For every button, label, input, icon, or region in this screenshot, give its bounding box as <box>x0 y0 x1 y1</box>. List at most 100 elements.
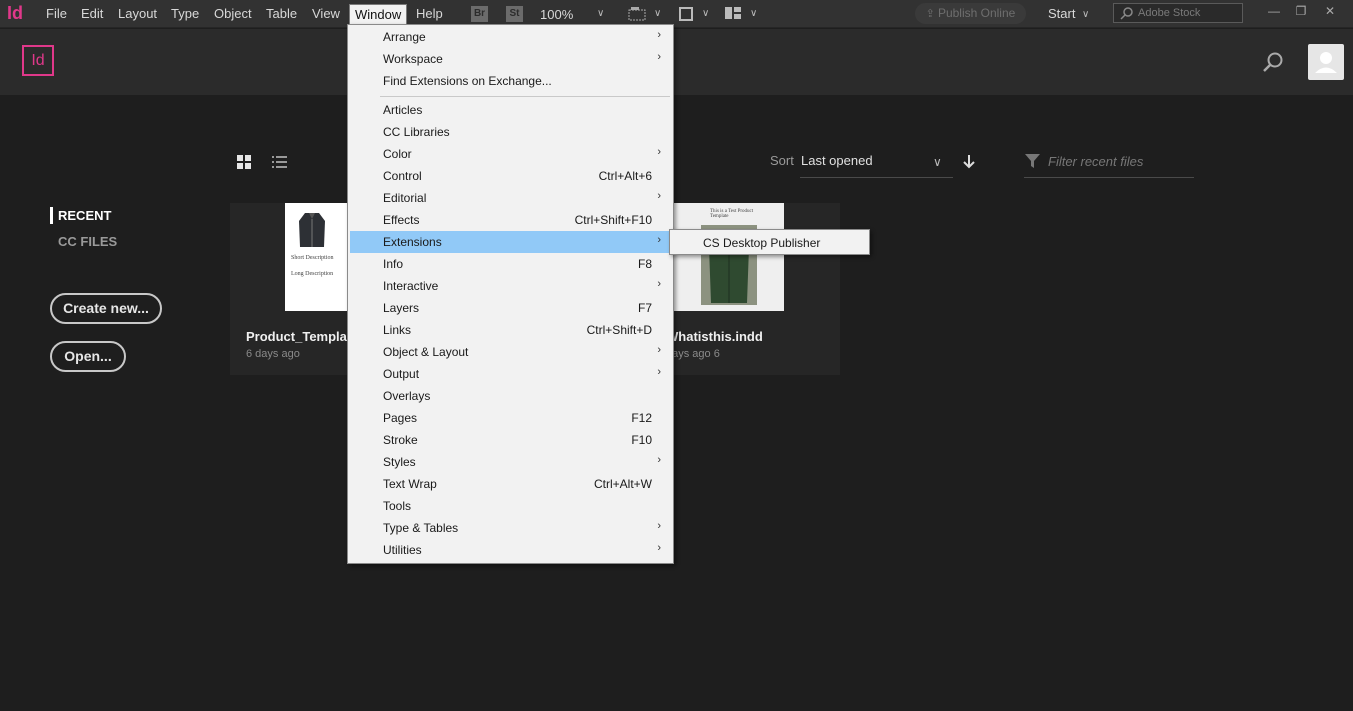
search-icon[interactable] <box>1262 51 1284 78</box>
nav-cc-files[interactable]: CC FILES <box>58 234 117 249</box>
menu-layout[interactable]: Layout <box>118 6 157 21</box>
menu-item-control[interactable]: Control Ctrl+Alt+6 <box>350 165 671 187</box>
stock-button[interactable]: St <box>506 6 523 22</box>
open-button[interactable]: Open... <box>50 341 126 372</box>
grid-view-icon[interactable] <box>237 155 252 175</box>
chevron-down-icon[interactable]: ∨ <box>1082 9 1089 20</box>
menu-item-layers[interactable]: Layers F7 <box>350 297 671 319</box>
menu-item-editorial[interactable]: Editorial › <box>350 187 671 209</box>
sort-underline <box>800 177 953 178</box>
menu-item-label: Pages <box>383 411 418 425</box>
chevron-right-icon: › <box>657 51 661 63</box>
chevron-down-icon[interactable]: ∨ <box>750 8 757 19</box>
menu-item-articles[interactable]: Articles <box>350 99 671 121</box>
file-modified: 6 days ago <box>246 348 300 360</box>
sort-direction-icon[interactable] <box>962 153 976 174</box>
bridge-button[interactable]: Br <box>471 6 488 22</box>
menu-item-effects[interactable]: Effects Ctrl+Shift+F10 <box>350 209 671 231</box>
menu-item-shortcut: F12 <box>631 411 652 425</box>
nav-recent[interactable]: RECENT <box>58 208 111 223</box>
chevron-down-icon[interactable]: ∨ <box>702 8 709 19</box>
chevron-down-icon[interactable]: ∨ <box>597 8 604 19</box>
chevron-down-icon[interactable]: ∨ <box>933 155 942 169</box>
menu-item-label: Effects <box>383 213 420 227</box>
menu-item-shortcut: F8 <box>637 257 652 271</box>
sort-dropdown[interactable]: Last opened <box>801 153 873 168</box>
menu-item-label: Workspace <box>383 52 443 66</box>
menu-item-pages[interactable]: Pages F12 <box>350 407 671 429</box>
avatar[interactable] <box>1308 44 1344 80</box>
thumb-text: Long Description <box>291 271 334 277</box>
menu-item-interactive[interactable]: Interactive › <box>350 275 671 297</box>
chevron-right-icon: › <box>657 454 661 466</box>
menu-table[interactable]: Table <box>266 6 297 21</box>
menu-item-stroke[interactable]: Stroke F10 <box>350 429 671 451</box>
menu-item-object-and-layout[interactable]: Object & Layout › <box>350 341 671 363</box>
user-icon <box>1315 52 1337 73</box>
filter-recent-files-input[interactable]: Filter recent files <box>1048 154 1143 169</box>
thumb-text: This is a Test Product Template <box>710 209 754 219</box>
indesign-logo: Id <box>22 45 54 76</box>
minimize-button[interactable]: — <box>1262 3 1286 19</box>
menu-item-shortcut: Ctrl+Shift+D <box>586 323 652 337</box>
menu-item-utilities[interactable]: Utilities › <box>350 539 671 561</box>
menu-item-label: Text Wrap <box>383 477 437 491</box>
menu-item-label: Stroke <box>383 433 418 447</box>
menu-window[interactable]: Window <box>349 4 408 25</box>
restore-button[interactable]: ❐ <box>1289 3 1313 19</box>
menu-item-arrange[interactable]: Arrange › <box>350 26 671 48</box>
filter-icon <box>1024 152 1041 175</box>
menu-item-label: Control <box>383 169 422 183</box>
menu-item-label: Utilities <box>383 543 422 557</box>
menu-item-label: Color <box>383 147 412 161</box>
menu-item-label: Editorial <box>383 191 427 205</box>
menu-item-workspace[interactable]: Workspace › <box>350 48 671 70</box>
menu-item-info[interactable]: Info F8 <box>350 253 671 275</box>
menu-item-styles[interactable]: Styles › <box>350 451 671 473</box>
publish-online-button[interactable]: ⇪ Publish Online <box>915 3 1026 24</box>
arrange-documents-icon[interactable] <box>724 6 742 25</box>
menu-type[interactable]: Type <box>171 6 199 21</box>
menu-item-overlays[interactable]: Overlays <box>350 385 671 407</box>
stock-search-placeholder: Adobe Stock <box>1138 7 1201 19</box>
menu-item-label: Layers <box>383 301 420 315</box>
menu-edit[interactable]: Edit <box>81 6 103 21</box>
list-view-icon[interactable] <box>272 155 288 174</box>
menu-item-tools[interactable]: Tools <box>350 495 671 517</box>
file-title[interactable]: Whatisthis.indd <box>666 329 786 344</box>
stock-search-input[interactable]: Adobe Stock <box>1113 3 1243 23</box>
menu-item-type-and-tables[interactable]: Type & Tables › <box>350 517 671 539</box>
menu-help[interactable]: Help <box>416 6 443 21</box>
workspace-switcher[interactable]: Start <box>1048 6 1075 21</box>
zoom-level[interactable]: 100% <box>540 7 573 22</box>
menu-item-label: Arrange <box>383 30 426 44</box>
menu-separator <box>380 96 670 97</box>
menu-item-find-extensions-on-exchange[interactable]: Find Extensions on Exchange... <box>350 70 671 92</box>
menu-item-shortcut: Ctrl+Alt+6 <box>598 169 652 183</box>
menu-item-links[interactable]: Links Ctrl+Shift+D <box>350 319 671 341</box>
menu-item-shortcut: F10 <box>631 433 652 447</box>
menu-item-output[interactable]: Output › <box>350 363 671 385</box>
menu-object[interactable]: Object <box>214 6 252 21</box>
menu-item-label: Interactive <box>383 279 439 293</box>
menu-file[interactable]: File <box>46 6 67 21</box>
menu-item-label: Articles <box>383 103 423 117</box>
menu-item-label: Object & Layout <box>383 345 469 359</box>
chevron-down-icon[interactable]: ∨ <box>654 8 661 19</box>
menu-view[interactable]: View <box>312 6 340 21</box>
menu-item-text-wrap[interactable]: Text Wrap Ctrl+Alt+W <box>350 473 671 495</box>
file-title[interactable]: Product_Template <box>246 329 358 344</box>
menu-item-cc-libraries[interactable]: CC Libraries <box>350 121 671 143</box>
menu-item-extensions[interactable]: Extensions › <box>350 231 671 253</box>
menu-item-color[interactable]: Color › <box>350 143 671 165</box>
menu-item-shortcut: Ctrl+Shift+F10 <box>574 213 652 227</box>
screen-mode-icon[interactable] <box>678 6 694 27</box>
menu-item-label: Styles <box>383 455 416 469</box>
publish-online-label: Publish Online <box>937 6 1016 20</box>
submenu-item-cs-desktop-publisher[interactable]: CS Desktop Publisher <box>703 236 820 250</box>
close-button[interactable]: ✕ <box>1318 3 1342 19</box>
home-header: Id <box>0 29 1353 95</box>
create-new-button[interactable]: Create new... <box>50 293 162 324</box>
chevron-right-icon: › <box>657 542 661 554</box>
file-thumbnail: Short Description Long Description <box>285 203 350 311</box>
